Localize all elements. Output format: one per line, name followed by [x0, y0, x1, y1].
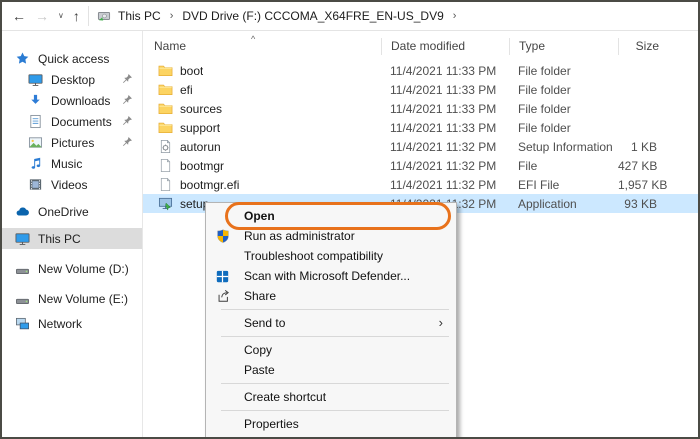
folder-icon	[158, 82, 173, 97]
setup-information-file-icon	[158, 139, 173, 154]
pin-icon	[122, 136, 133, 147]
share-arrow-icon	[216, 289, 230, 303]
file-row-bootmgr[interactable]: bootmgr 11/4/2021 11:32 PM File 427 KB	[143, 156, 698, 175]
file-row-efi[interactable]: efi 11/4/2021 11:33 PM File folder	[143, 80, 698, 99]
file-row-support[interactable]: support 11/4/2021 11:33 PM File folder	[143, 118, 698, 137]
sidebar-item-label: Documents	[51, 115, 112, 129]
sidebar-item-label: Desktop	[51, 73, 95, 87]
sidebar-item-label: This PC	[38, 232, 81, 246]
nav-buttons: ← → ∨ ↑	[2, 9, 88, 23]
picture-icon	[28, 135, 43, 150]
sidebar-item-downloads[interactable]: Downloads	[2, 90, 142, 111]
menu-item-troubleshoot-compatibility[interactable]: Troubleshoot compatibility	[206, 246, 456, 266]
defender-shield-icon	[216, 270, 229, 283]
hard-drive-icon	[15, 291, 30, 306]
folder-icon	[158, 120, 173, 135]
pin-icon	[122, 73, 133, 84]
sidebar-item-pictures[interactable]: Pictures	[2, 132, 142, 153]
column-header-name[interactable]: ^ Name	[143, 38, 381, 55]
sidebar-item-label: Network	[38, 317, 82, 331]
folder-icon	[158, 63, 173, 78]
pin-icon	[122, 94, 133, 105]
sort-ascending-icon: ^	[251, 31, 255, 48]
sidebar-item-label: Downloads	[51, 94, 110, 108]
sidebar-item-new-volume-d[interactable]: New Volume (D:)	[2, 258, 142, 279]
breadcrumb-dvd-drive[interactable]: DVD Drive (F:) CCCOMA_X64FRE_EN-US_DV9	[182, 9, 443, 23]
column-headers: ^ Name Date modified Type Size	[143, 31, 698, 61]
sidebar-item-label: Pictures	[51, 136, 94, 150]
sidebar-item-label: New Volume (E:)	[38, 292, 128, 306]
context-menu: Open Run as administrator Troub	[205, 202, 457, 438]
blank-file-icon	[158, 177, 173, 192]
sidebar-item-onedrive[interactable]: OneDrive	[2, 201, 142, 222]
toolbar: ← → ∨ ↑ This PC › DVD Drive (F:) CCCOMA_…	[2, 2, 698, 31]
submenu-chevron-icon: ›	[439, 315, 443, 330]
navigation-pane: Quick access Desktop Downloads	[2, 31, 143, 437]
breadcrumb-this-pc[interactable]: This PC	[118, 9, 161, 23]
sidebar-item-label: Quick access	[38, 52, 109, 66]
quick-access-star-icon	[15, 51, 30, 66]
recent-locations-chevron-icon[interactable]: ∨	[58, 12, 64, 20]
application-icon	[158, 196, 173, 211]
menu-item-create-shortcut[interactable]: Create shortcut	[206, 387, 456, 407]
column-header-type[interactable]: Type	[509, 38, 618, 55]
column-header-date-modified[interactable]: Date modified	[381, 38, 509, 55]
sidebar-item-label: New Volume (D:)	[38, 262, 129, 276]
column-header-size[interactable]: Size	[618, 38, 693, 55]
hard-drive-icon	[15, 261, 30, 276]
file-row-boot[interactable]: boot 11/4/2021 11:33 PM File folder	[143, 61, 698, 80]
menu-item-copy[interactable]: Copy	[206, 340, 456, 360]
file-row-sources[interactable]: sources 11/4/2021 11:33 PM File folder	[143, 99, 698, 118]
menu-item-share[interactable]: Share	[206, 286, 456, 306]
pin-icon	[122, 115, 133, 126]
network-computers-icon	[15, 316, 30, 331]
sidebar-item-new-volume-e[interactable]: New Volume (E:)	[2, 288, 142, 309]
menu-separator	[221, 336, 449, 337]
uac-shield-icon	[216, 229, 230, 243]
file-row-bootmgr-efi[interactable]: bootmgr.efi 11/4/2021 11:32 PM EFI File …	[143, 175, 698, 194]
sidebar-item-music[interactable]: Music	[2, 153, 142, 174]
menu-item-send-to[interactable]: Send to ›	[206, 313, 456, 333]
sidebar-item-network[interactable]: Network	[2, 313, 142, 334]
menu-item-open[interactable]: Open	[206, 206, 456, 226]
menu-item-properties[interactable]: Properties	[206, 414, 456, 434]
file-explorer-window: ← → ∨ ↑ This PC › DVD Drive (F:) CCCOMA_…	[0, 0, 700, 439]
address-bar[interactable]: This PC › DVD Drive (F:) CCCOMA_X64FRE_E…	[89, 2, 458, 30]
folder-icon	[158, 101, 173, 116]
sidebar-item-videos[interactable]: Videos	[2, 174, 142, 195]
sidebar-item-desktop[interactable]: Desktop	[2, 69, 142, 90]
sidebar-item-documents[interactable]: Documents	[2, 111, 142, 132]
sidebar-item-label: Music	[51, 157, 82, 171]
sidebar-item-label: OneDrive	[38, 205, 89, 219]
breadcrumb-separator: ›	[451, 10, 459, 22]
up-icon[interactable]: ↑	[73, 9, 80, 23]
menu-item-scan-with-microsoft-defender[interactable]: Scan with Microsoft Defender...	[206, 266, 456, 286]
file-row-autorun[interactable]: autorun 11/4/2021 11:32 PM Setup Informa…	[143, 137, 698, 156]
onedrive-cloud-icon	[15, 204, 30, 219]
forward-icon[interactable]: →	[35, 9, 49, 23]
breadcrumb-separator: ›	[168, 10, 176, 22]
sidebar-item-this-pc[interactable]: This PC	[2, 228, 142, 249]
menu-item-run-as-administrator[interactable]: Run as administrator	[206, 226, 456, 246]
blank-file-icon	[158, 158, 173, 173]
desktop-monitor-icon	[28, 72, 43, 87]
download-arrow-icon	[28, 93, 43, 108]
music-note-icon	[28, 156, 43, 171]
back-icon[interactable]: ←	[12, 9, 26, 23]
menu-separator	[221, 309, 449, 310]
film-strip-icon	[28, 177, 43, 192]
menu-separator	[221, 383, 449, 384]
menu-item-paste[interactable]: Paste	[206, 360, 456, 380]
document-icon	[28, 114, 43, 129]
menu-separator	[221, 410, 449, 411]
computer-monitor-icon	[15, 231, 30, 246]
dvd-drive-icon	[97, 9, 111, 23]
sidebar-item-quick-access[interactable]: Quick access	[2, 48, 142, 69]
sidebar-item-label: Videos	[51, 178, 87, 192]
